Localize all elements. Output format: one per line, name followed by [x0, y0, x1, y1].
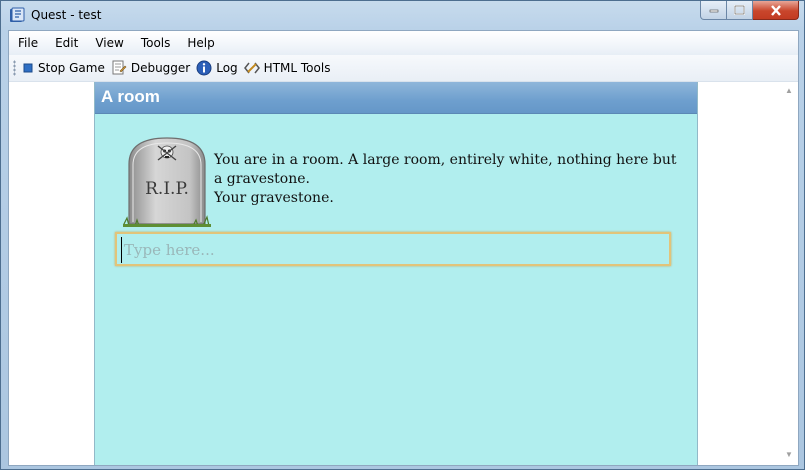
window-title: Quest - test [31, 8, 102, 22]
html-tools-button[interactable]: HTML Tools [243, 60, 331, 76]
debugger-button[interactable]: Debugger [111, 60, 190, 76]
room-description: You are in a room. A large room, entirel… [214, 151, 684, 208]
menu-file[interactable]: File [10, 36, 46, 50]
gravestone-text: Your gravestone. [214, 190, 334, 206]
toolbar-grip[interactable] [13, 60, 16, 76]
info-icon [196, 60, 212, 76]
close-button[interactable] [753, 1, 799, 20]
location-title: A room [101, 87, 160, 106]
close-icon [770, 4, 781, 16]
menu-view[interactable]: View [87, 36, 131, 50]
menu-tools[interactable]: Tools [133, 36, 179, 50]
location-bar: A room [95, 82, 697, 114]
game-viewport: A room R.I.P. You are in a room. A large… [9, 82, 798, 465]
log-button[interactable]: Log [196, 60, 238, 76]
menu-edit[interactable]: Edit [47, 36, 86, 50]
minimize-icon [709, 9, 718, 13]
gravestone-image: R.I.P. [123, 137, 211, 227]
html-tools-label: HTML Tools [263, 61, 331, 75]
maximize-button[interactable] [727, 1, 753, 20]
quest-app-icon [9, 7, 25, 23]
menu-bar: File Edit View Tools Help [9, 31, 798, 55]
log-label: Log [216, 61, 238, 75]
command-box [115, 232, 671, 266]
command-input[interactable] [121, 237, 666, 263]
gravestone-engraving: R.I.P. [145, 179, 189, 199]
maximize-icon [734, 5, 745, 15]
vertical-scrollbar[interactable]: ▲ ▼ [781, 82, 798, 465]
client-area: File Edit View Tools Help Stop Game Debu… [8, 30, 799, 466]
title-bar[interactable]: Quest - test [1, 1, 804, 30]
scroll-up-icon[interactable]: ▲ [785, 86, 793, 95]
scroll-down-icon[interactable]: ▼ [785, 450, 793, 459]
window-controls [700, 1, 799, 21]
stop-square-icon [23, 63, 33, 73]
description-text: You are in a room. A large room, entirel… [214, 152, 677, 187]
menu-help[interactable]: Help [179, 36, 222, 50]
stop-game-button[interactable]: Stop Game [22, 61, 105, 75]
minimize-button[interactable] [700, 1, 727, 20]
toolbar: Stop Game Debugger Log HTML Tools [9, 55, 798, 82]
app-window: Quest - test File Edit View Tools Help S… [0, 0, 805, 470]
debugger-icon [112, 60, 127, 75]
html-tools-icon [243, 62, 260, 74]
game-panel: A room R.I.P. You are in a room. A large… [94, 82, 698, 465]
stop-game-label: Stop Game [38, 61, 105, 75]
debugger-label: Debugger [130, 61, 191, 75]
